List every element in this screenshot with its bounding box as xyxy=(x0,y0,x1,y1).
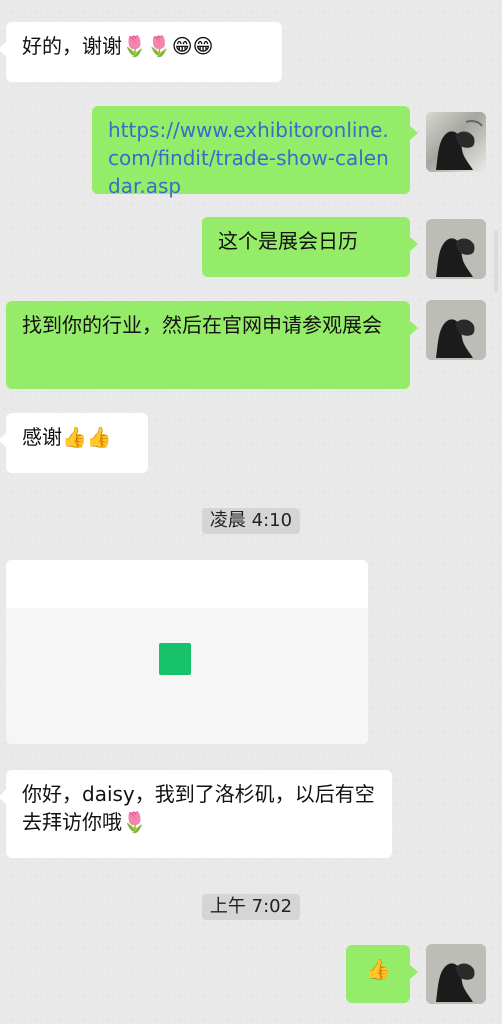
avatar-icon[interactable] xyxy=(426,112,486,172)
message-incoming-1[interactable]: 好的，谢谢🌷🌷😁😁 xyxy=(0,22,282,82)
message-outgoing-2[interactable]: 这个是展会日历 xyxy=(202,217,418,277)
message-text: 感谢👍👍 xyxy=(22,425,112,449)
message-outgoing-4[interactable]: 👍 xyxy=(346,945,418,1003)
message-incoming-2[interactable]: 感谢👍👍 xyxy=(0,413,148,473)
chat-area: 好的，谢谢🌷🌷😁😁 https://www.exhibitoronline.co… xyxy=(0,0,502,1024)
message-text: 好的，谢谢🌷🌷😁😁 xyxy=(22,34,214,58)
timestamp: 上午 7:02 xyxy=(201,894,301,920)
message-incoming-3[interactable]: 你好，daisy，我到了洛杉矶，以后有空去拜访你哦🌷 xyxy=(0,770,392,858)
message-text: 找到你的行业，然后在官网申请参观展会 xyxy=(22,313,382,337)
message-outgoing-link[interactable]: https://www.exhibitoronline.com/findit/t… xyxy=(92,106,418,198)
avatar-icon[interactable] xyxy=(426,944,486,1004)
timestamp: 凌晨 4:10 xyxy=(201,508,301,534)
avatar-icon[interactable] xyxy=(426,219,486,279)
link-text[interactable]: https://www.exhibitoronline.com/findit/t… xyxy=(108,118,389,198)
message-text: 👍 xyxy=(365,957,391,981)
message-outgoing-3[interactable]: 找到你的行业，然后在官网申请参观展会 xyxy=(6,301,418,389)
message-text: 这个是展会日历 xyxy=(218,229,358,253)
message-text: 你好，daisy，我到了洛杉矶，以后有空去拜访你哦🌷 xyxy=(22,782,375,834)
card-app-icon xyxy=(159,643,191,675)
avatar-icon[interactable] xyxy=(426,300,486,360)
card-preview xyxy=(6,608,368,744)
card-header xyxy=(6,560,368,608)
scrollbar[interactable] xyxy=(494,230,498,292)
